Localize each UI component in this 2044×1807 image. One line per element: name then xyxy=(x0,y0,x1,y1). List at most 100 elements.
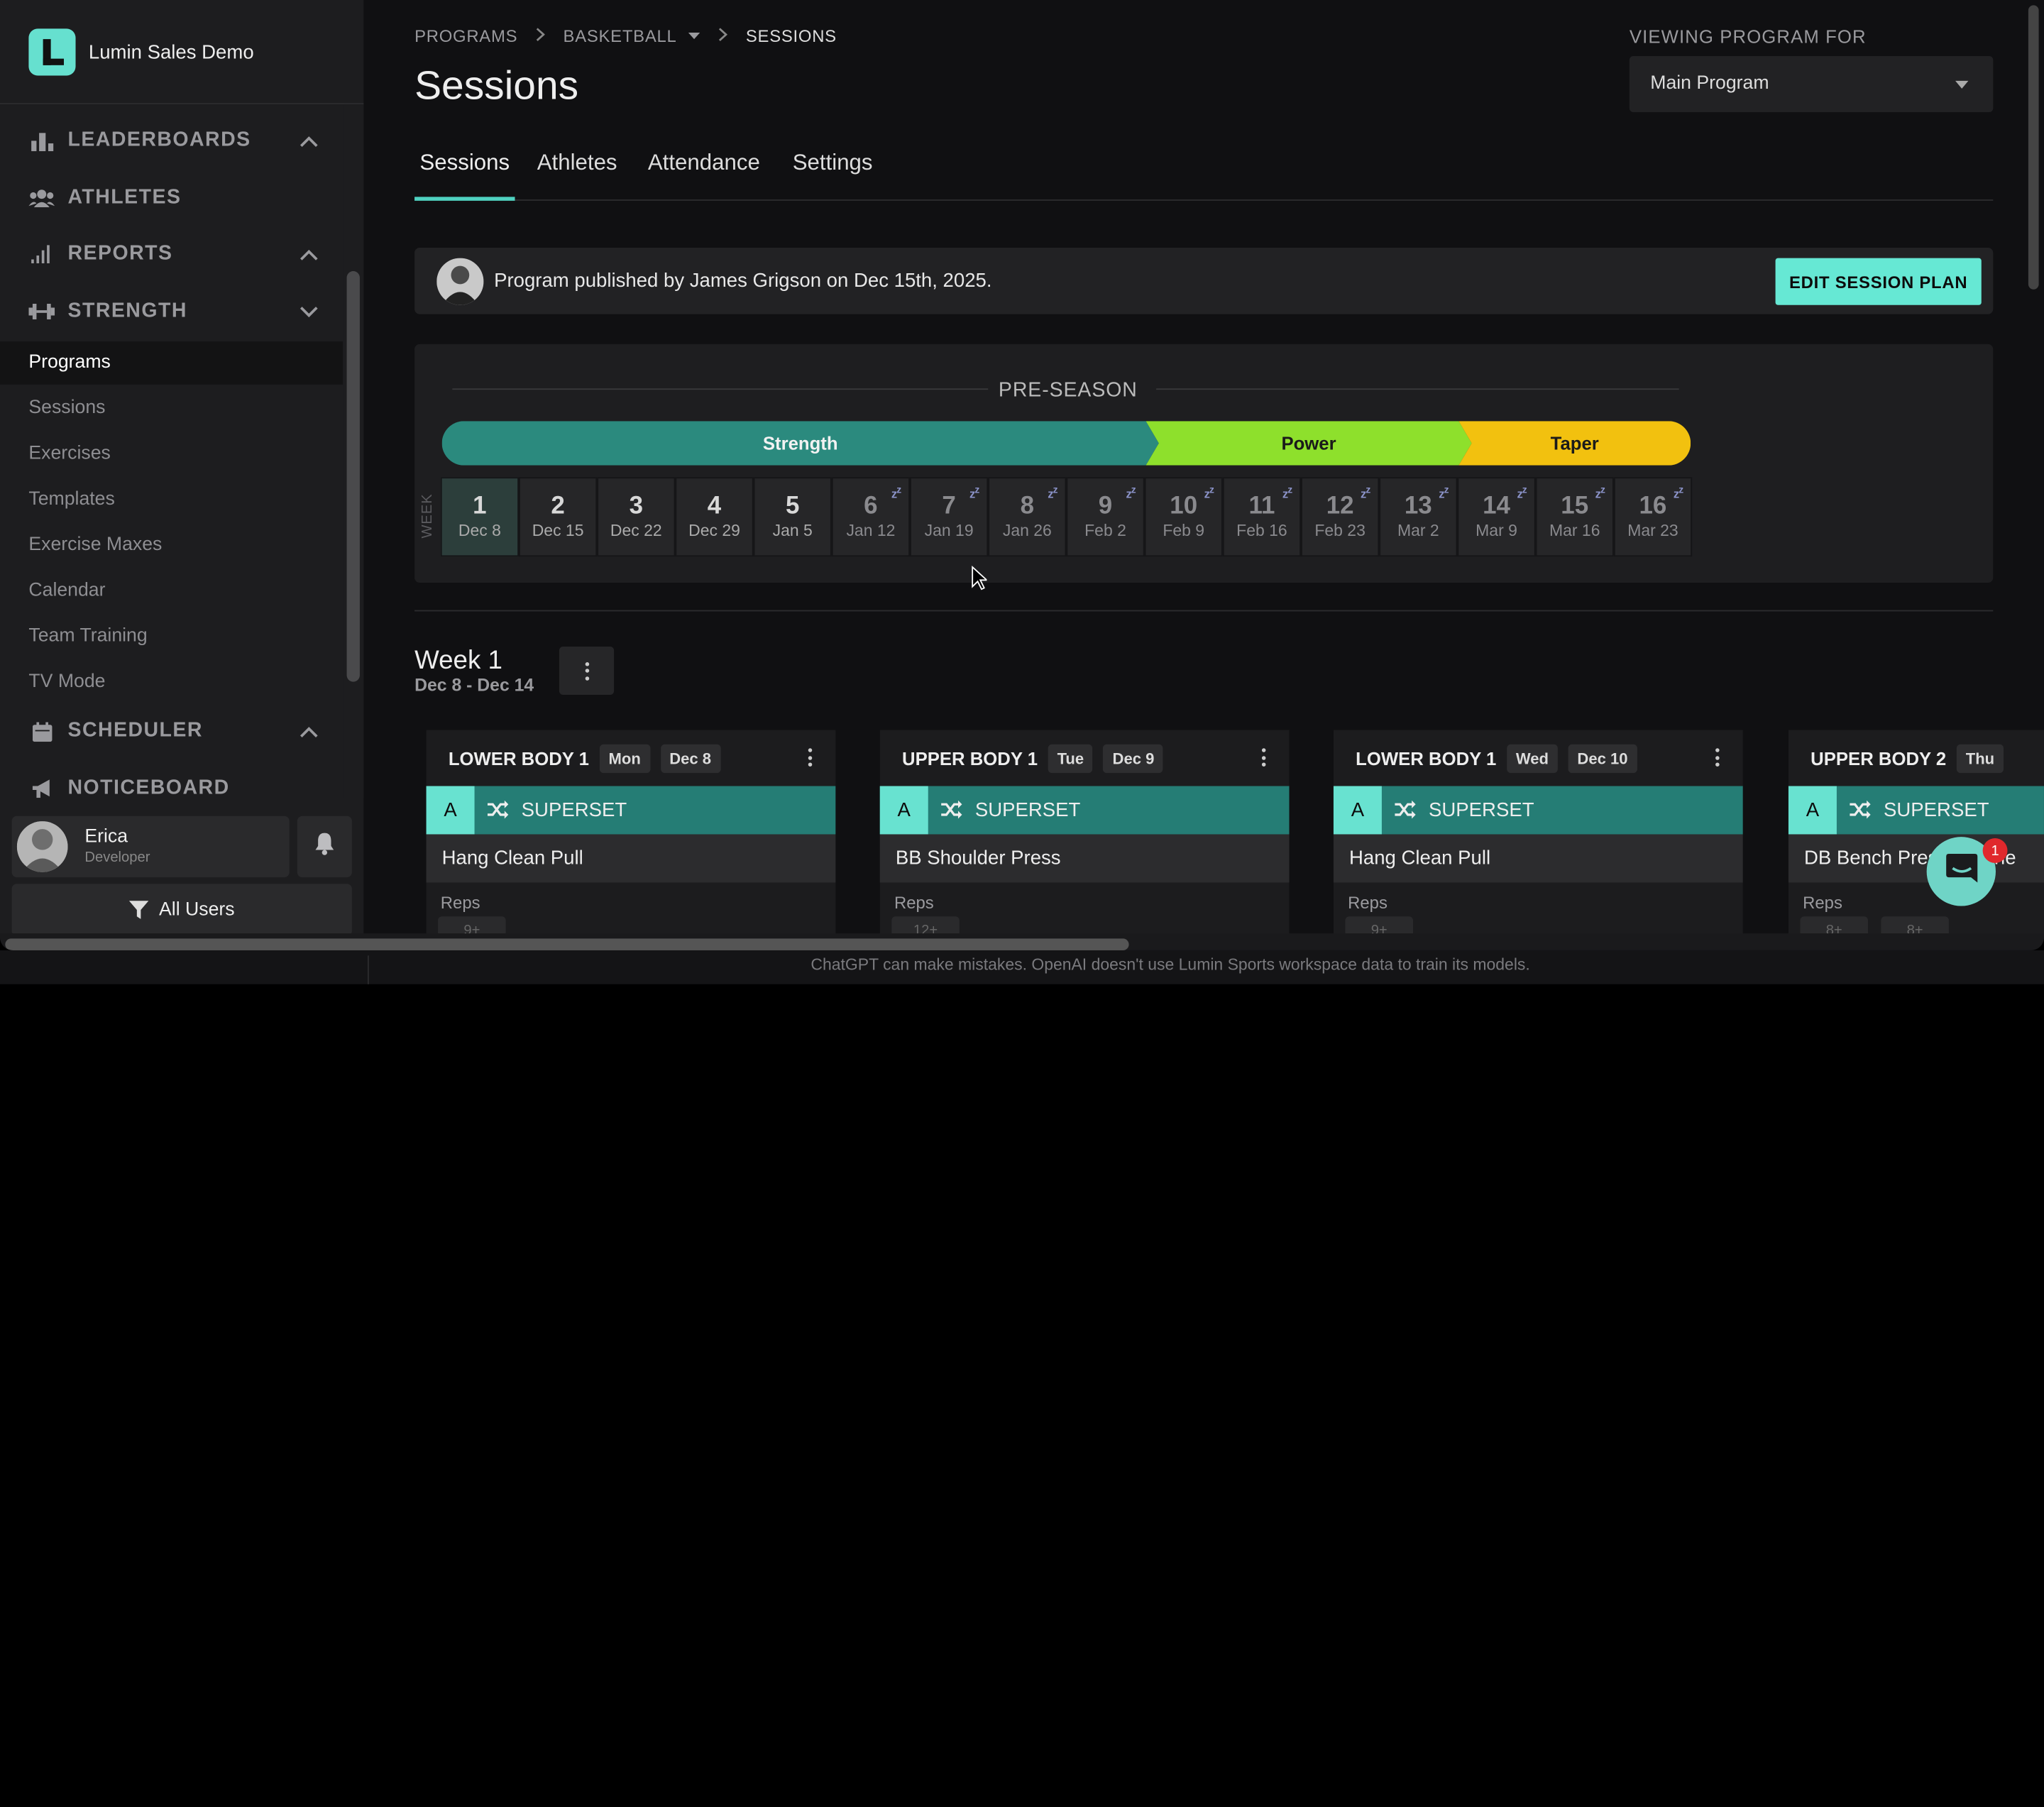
session-card[interactable]: LOWER BODY 1 Mon Dec 8 A SUPERSET Hang Clean … xyxy=(426,730,836,950)
megaphone-icon xyxy=(28,779,55,798)
shuffle-icon xyxy=(1395,800,1416,825)
breadcrumb-programs[interactable]: PROGRAMS xyxy=(414,26,517,46)
superset-header[interactable]: A SUPERSET xyxy=(426,786,836,835)
shuffle-icon xyxy=(487,800,509,825)
season-line xyxy=(452,388,989,390)
vertical-scrollbar-thumb[interactable] xyxy=(2028,5,2039,290)
sidebar-section-scheduler[interactable]: SCHEDULER xyxy=(28,715,318,747)
sidebar-section-athletes[interactable]: ATHLETES xyxy=(28,182,318,214)
week-menu-button[interactable] xyxy=(559,647,615,695)
more-vertical-icon[interactable] xyxy=(1261,748,1266,767)
week-date: Jan 12 xyxy=(846,521,896,540)
exercise-name[interactable]: Hang Clean Pull xyxy=(1333,834,1743,883)
sidebar-item-tv-mode[interactable]: TV Mode xyxy=(28,671,105,692)
session-day: Wed xyxy=(1506,744,1558,774)
sidebar-section-reports[interactable]: REPORTS xyxy=(28,238,318,270)
more-vertical-icon[interactable] xyxy=(808,748,813,767)
week-cell[interactable]: 13 Mar 2 zz xyxy=(1379,477,1458,557)
superset-header[interactable]: A SUPERSET xyxy=(1788,786,2044,835)
week-cell[interactable]: 12 Feb 23 zz xyxy=(1301,477,1380,557)
tab-settings[interactable]: Settings xyxy=(793,150,873,176)
week-cell[interactable]: 16 Mar 23 zz xyxy=(1613,477,1693,557)
viewing-program-label: VIEWING PROGRAM FOR xyxy=(1629,26,1867,48)
rest-zzz-icon: zz xyxy=(1048,483,1057,501)
session-day: Thu xyxy=(1956,744,2004,774)
tab-attendance[interactable]: Attendance xyxy=(648,150,760,176)
sidebar-item-calendar[interactable]: Calendar xyxy=(28,580,105,600)
sidebar-item-sessions[interactable]: Sessions xyxy=(28,397,105,418)
superset-header[interactable]: A SUPERSET xyxy=(1333,786,1743,835)
sidebar-scrollbar-thumb[interactable] xyxy=(346,271,360,682)
program-select[interactable]: Main Program xyxy=(1629,55,1994,112)
week-cell[interactable]: 10 Feb 9 zz xyxy=(1144,477,1223,557)
session-card[interactable]: UPPER BODY 1 Tue Dec 9 A SUPERSET BB Shoulder… xyxy=(879,730,1290,950)
more-vertical-icon[interactable] xyxy=(1715,748,1720,767)
chevron-right-icon xyxy=(536,26,546,46)
week-cell[interactable]: 7 Jan 19 zz xyxy=(910,477,989,557)
phase-taper[interactable]: Taper xyxy=(1458,421,1691,466)
user-menu[interactable]: Erica Developer xyxy=(11,815,290,878)
week-selector: 1 Dec 8 2 Dec 15 3 Dec 22 4 Dec 29 5 Jan 5 6 Jan 12… xyxy=(440,477,1693,557)
week-cell[interactable]: 11 Feb 16 zz xyxy=(1222,477,1302,557)
week-cell[interactable]: 4 Dec 29 xyxy=(675,477,754,557)
week-cell[interactable]: 6 Jan 12 zz xyxy=(831,477,911,557)
sidebar-item-programs[interactable]: Programs xyxy=(28,352,110,373)
sidebar-section-noticeboard[interactable]: NOTICEBOARD xyxy=(28,773,318,804)
sidebar-section-leaderboards[interactable]: LEADERBOARDS xyxy=(28,125,318,156)
phase-label: Power xyxy=(1281,432,1336,454)
user-role: Developer xyxy=(84,850,150,866)
session-name: LOWER BODY 1 xyxy=(1356,748,1497,769)
sidebar-item-exercises[interactable]: Exercises xyxy=(28,443,110,463)
week-number: 3 xyxy=(629,493,644,520)
week-cell[interactable]: 3 Dec 22 xyxy=(597,477,676,557)
tab-athletes[interactable]: Athletes xyxy=(537,150,617,176)
horizontal-scrollbar-thumb[interactable] xyxy=(5,938,1129,950)
week-cell[interactable]: 15 Mar 16 zz xyxy=(1535,477,1614,557)
exercise-name[interactable]: Hang Clean Pull xyxy=(426,834,836,883)
week-number: 7 xyxy=(942,493,956,520)
week-cell[interactable]: 1 Dec 8 xyxy=(440,477,520,557)
brand[interactable]: Lumin Sales Demo xyxy=(28,28,254,76)
caret-down-icon[interactable] xyxy=(688,31,700,40)
chevron-right-icon xyxy=(718,26,728,46)
week-date: Mar 16 xyxy=(1549,521,1600,540)
session-card[interactable]: UPPER BODY 2 Thu A SUPERSET DB Bench Press (… xyxy=(1788,730,2044,950)
week-cell[interactable]: 8 Jan 26 zz xyxy=(988,477,1067,557)
exercise-name[interactable]: DB Bench Press (Incline xyxy=(1788,834,2044,883)
superset-group-label: A xyxy=(426,786,475,835)
tab-sessions[interactable]: Sessions xyxy=(419,150,510,176)
chevron-down-icon xyxy=(300,301,318,324)
week-cell[interactable]: 2 Dec 15 xyxy=(519,477,598,557)
superset-header[interactable]: A SUPERSET xyxy=(879,786,1290,835)
exercise-name[interactable]: BB Shoulder Press xyxy=(879,834,1290,883)
sidebar-item-team-training[interactable]: Team Training xyxy=(28,626,147,647)
phase-power[interactable]: Power xyxy=(1145,421,1472,466)
session-day: Tue xyxy=(1048,744,1093,774)
user-filter-button[interactable]: All Users xyxy=(11,884,352,936)
brand-name: Lumin Sales Demo xyxy=(88,40,254,64)
week-cell[interactable]: 5 Jan 5 xyxy=(753,477,832,557)
sidebar-item-exercise-maxes[interactable]: Exercise Maxes xyxy=(28,534,162,555)
publish-banner: Program published by James Grigson on De… xyxy=(414,247,1994,314)
more-vertical-icon xyxy=(584,661,589,680)
week-cell[interactable]: 14 Mar 9 zz xyxy=(1457,477,1536,557)
week-range: Dec 8 - Dec 14 xyxy=(414,675,534,695)
shuffle-icon xyxy=(1850,800,1871,825)
edit-session-plan-button[interactable]: EDIT SESSION PLAN xyxy=(1775,258,1982,305)
session-card-header: UPPER BODY 1 Tue Dec 9 xyxy=(902,744,1174,774)
rest-zzz-icon: zz xyxy=(1282,483,1292,501)
sidebar-section-label: REPORTS xyxy=(67,242,173,265)
breadcrumb-basketball[interactable]: BASKETBALL xyxy=(564,26,677,46)
phase-strength[interactable]: Strength xyxy=(441,421,1159,466)
week-cell[interactable]: 9 Feb 2 zz xyxy=(1066,477,1145,557)
sidebar-section-label: STRENGTH xyxy=(67,300,187,322)
sidebar-section-strength[interactable]: STRENGTH xyxy=(28,296,318,327)
phase-bar: Strength Power Taper xyxy=(441,421,1691,466)
week-number: 5 xyxy=(785,493,800,520)
notifications-button[interactable] xyxy=(297,815,352,878)
sidebar: Lumin Sales Demo LEADERBOARDS ATHLETES R… xyxy=(0,0,364,950)
sidebar-section-label: SCHEDULER xyxy=(67,719,203,742)
reps-label: Reps xyxy=(1803,893,1842,913)
sidebar-item-templates[interactable]: Templates xyxy=(28,489,114,510)
session-card[interactable]: LOWER BODY 1 Wed Dec 10 A SUPERSET Hang Clean… xyxy=(1333,730,1743,950)
